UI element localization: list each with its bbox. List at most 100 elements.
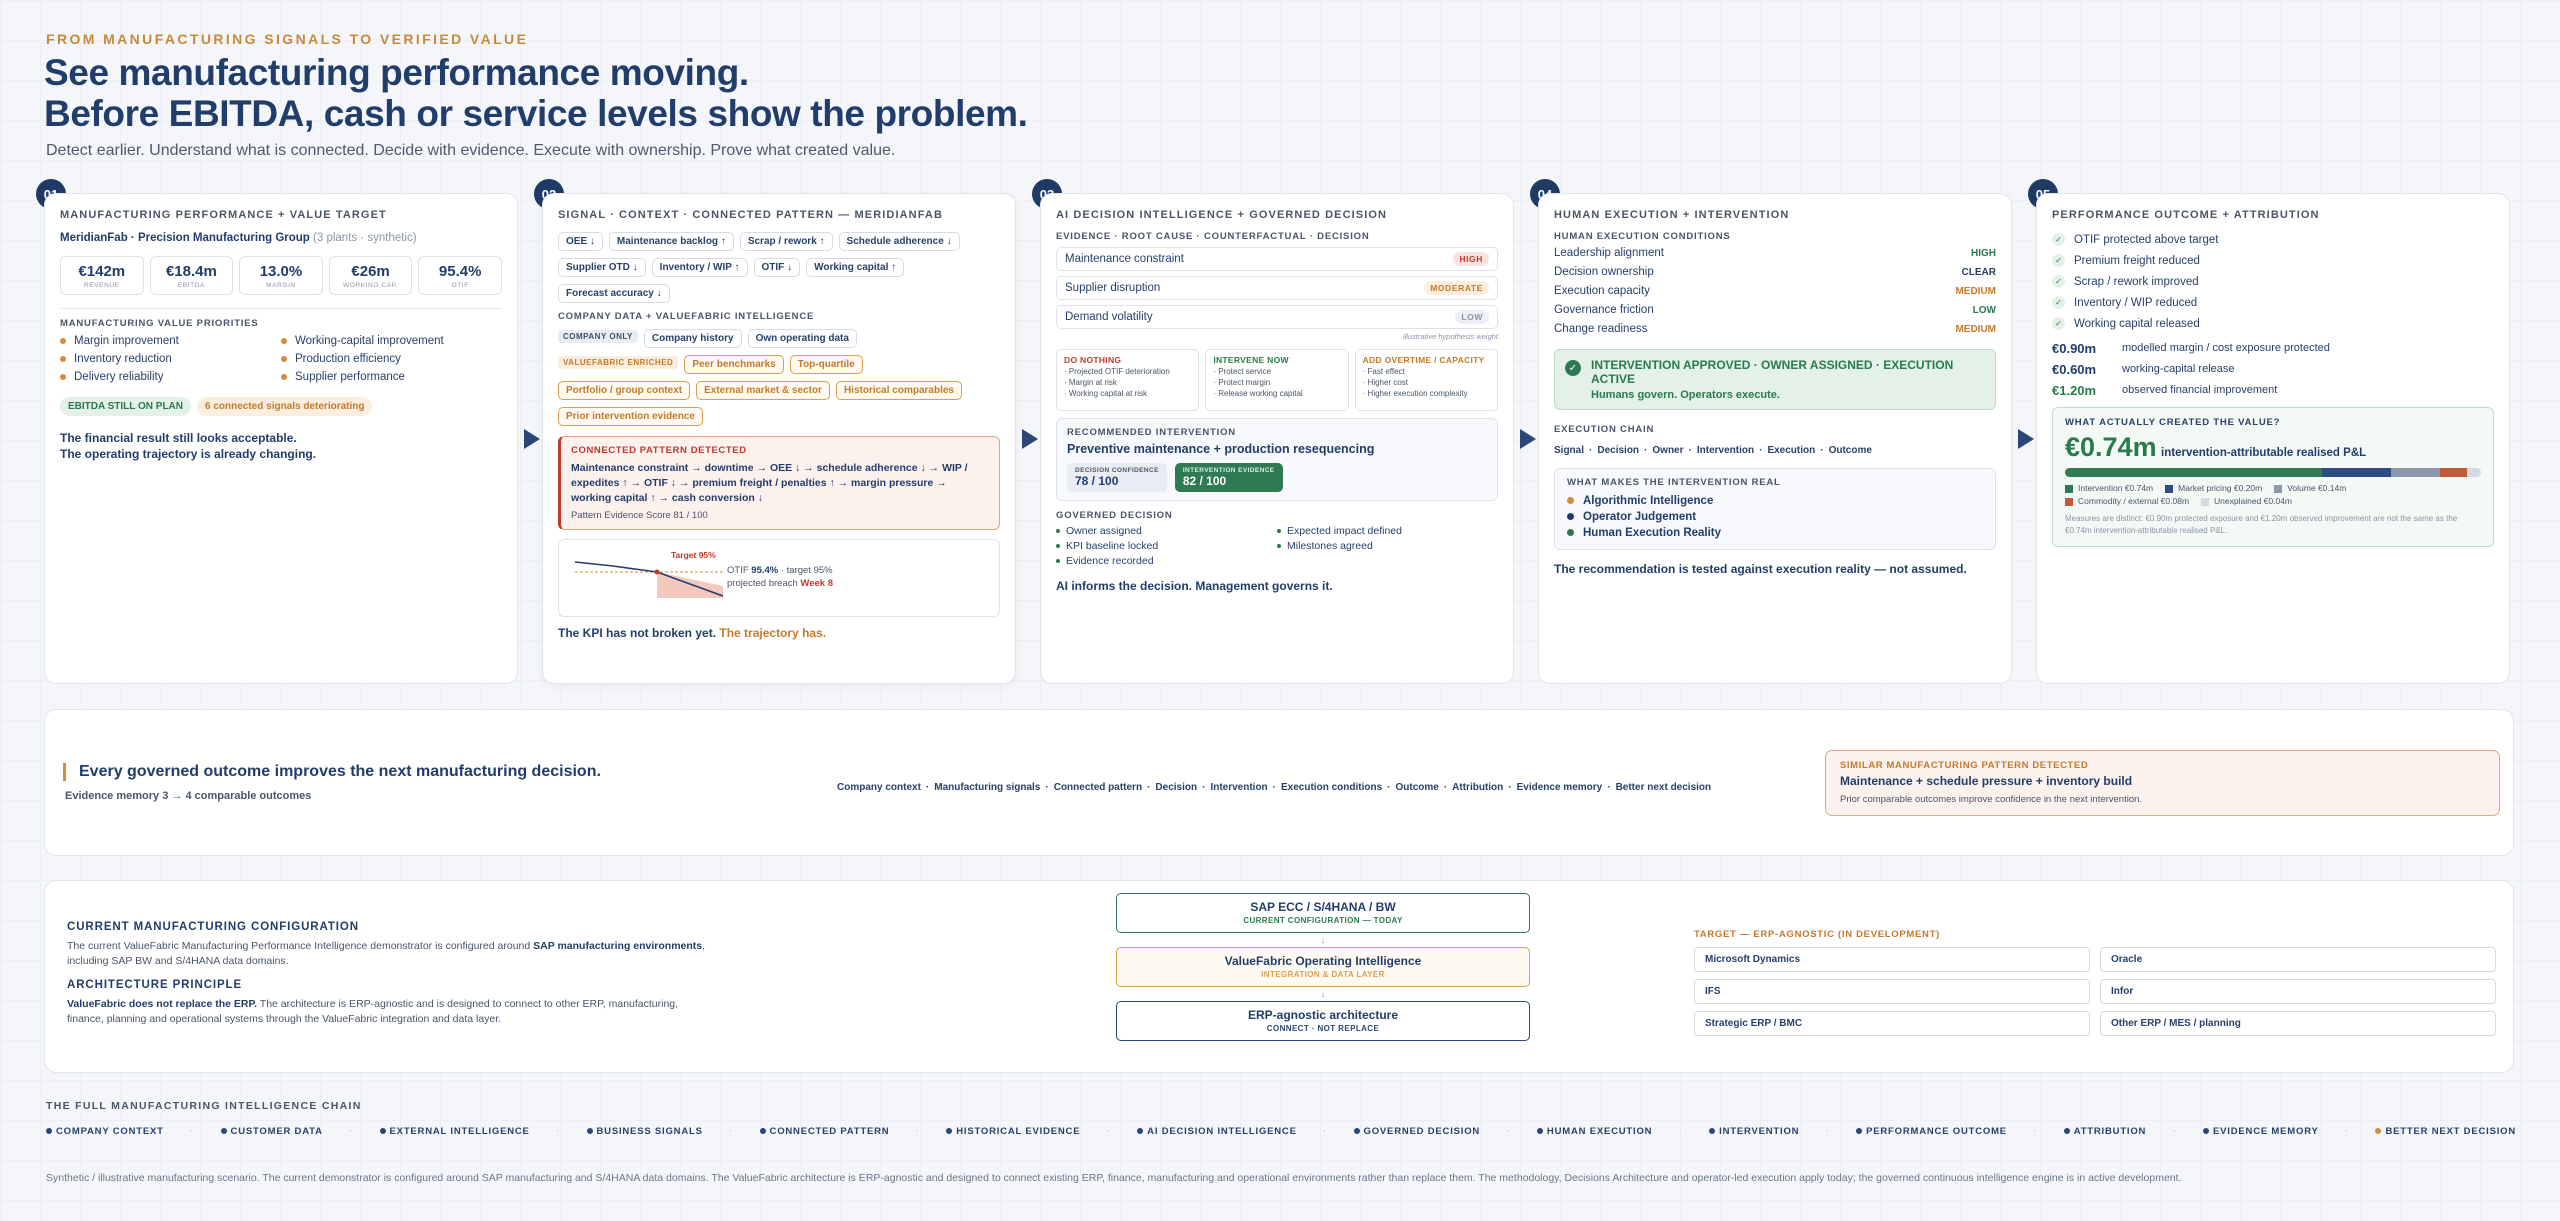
condition-value: MEDIUM [1955,324,1996,335]
footer-chain-title: THE FULL MANUFACTURING INTELLIGENCE CHAI… [46,1100,362,1112]
separator-icon: · [1443,782,1448,793]
signal-pill: Schedule adherence ↓ [838,232,960,251]
value-attribution-box: WHAT ACTUALLY CREATED THE VALUE? €0.74m … [2052,407,2494,547]
vf-enriched-tag: VALUEFABRIC ENRICHED [558,356,679,370]
chain-step: Signal [1554,445,1585,456]
chain-step: Execution conditions [1281,782,1383,793]
kpi-tile: 95.4% OTIF [418,256,502,295]
full-intelligence-chain: COMPANY CONTEXT · CUSTOMER DATA · EXTERNAL I… [46,1126,2516,1137]
legend-swatch [2065,484,2073,493]
architecture-text: ValueFabric does not replace the ERP. Th… [67,998,679,1025]
configuration-panel: CURRENT MANUFACTURING CONFIGURATION The … [44,880,2514,1073]
separator-icon: · [729,1126,734,1136]
stage-5-card: PERFORMANCE OUTCOME + ATTRIBUTION ✓ OTIF … [2036,193,2510,684]
footer-chain-step: BUSINESS SIGNALS [586,1126,703,1137]
kpi-label: REVENUE [83,282,120,289]
outcome-label: OTIF protected above target [2074,234,2219,246]
legend-swatch [2201,497,2210,506]
condition-row: Execution capacity MEDIUM [1554,282,1996,301]
valuefabric-pill: Top-quartile [789,355,863,374]
architecture-stack: SAP ECC / S/4HANA / BW CURRENT CONFIGURAT… [1116,893,1530,1041]
footer-chain-label: BETTER NEXT DECISION [2385,1126,2516,1137]
decision-option-card: DO NOTHING · Projected OTIF deterioration… [1056,349,1200,411]
option-item: · Protect margin [1213,378,1271,387]
stage-4-card: HUMAN EXECUTION + INTERVENTION HUMAN EXE… [1538,193,2012,684]
footer-chain-step: BETTER NEXT DECISION [2375,1126,2516,1137]
footer-chain-label: HUMAN EXECUTION [1546,1126,1653,1137]
down-arrow-icon: ↓ [1320,989,1326,999]
similar-pattern-box: SIMILAR MANUFACTURING PATTERN DETECTED M… [1825,750,2500,816]
bullet-icon [1137,1128,1144,1135]
legend-item: Commodity / external €0.08m [2065,496,2189,506]
chain-step: Execution [1767,445,1816,456]
priorities-title: MANUFACTURING VALUE PRIORITIES [60,308,502,329]
stage-title: MANUFACTURING PERFORMANCE + VALUE TARGET [60,209,387,221]
bullet-icon [946,1128,953,1135]
check-icon: ✓ [1565,360,1581,376]
outcome-amount-label: modelled margin / cost exposure protecte… [2122,342,2330,354]
evidence-list: Maintenance constraint HIGH Supplier disru… [1056,247,1498,329]
footer-chain-step: HISTORICAL EVIDENCE [946,1126,1080,1137]
outcome-label: Inventory / WIP reduced [2074,297,2198,309]
bullet-icon [220,1128,227,1135]
evidence-level-badge: HIGH [1453,252,1489,266]
kpi-value: €18.4m [165,263,217,280]
intervention-real-box: WHAT MAKES THE INTERVENTION REAL Algorit… [1554,468,1996,550]
option-title: INTERVENE NOW [1213,355,1289,365]
company-only-row: COMPANY ONLY Company history Own operating… [558,328,1000,354]
footer-chain-label: AI DECISION INTELLIGENCE [1147,1126,1297,1137]
footer-chain-label: COMPANY CONTEXT [56,1126,164,1137]
check-icon: ✓ [2052,254,2065,268]
signal-pill: Scrap / rework ↑ [739,232,833,251]
bullet-icon [281,373,287,380]
priority-label: Supplier performance [295,371,405,383]
bullet-icon [1567,497,1574,505]
company-data-pill: Company history [643,329,742,348]
erp-option: Oracle [2100,947,2496,972]
evidence-row: Maintenance constraint HIGH [1056,247,1498,271]
separator-icon: · [1820,445,1824,456]
legend-label: Unexplained €0.04m [2214,496,2293,506]
footer-chain-label: CONNECTED PATTERN [769,1126,890,1137]
chain-step: Intervention [1210,782,1268,793]
option-item: · Protect service [1213,367,1272,376]
bullet-icon [60,373,66,380]
governance-label: Evidence recorded [1066,555,1154,567]
separator-icon: · [1759,445,1763,456]
outcome-label: Scrap / rework improved [2074,276,2199,288]
condition-row: Change readiness MEDIUM [1554,320,1996,339]
condition-row: Decision ownership CLEAR [1554,263,1996,282]
weight-note: illustrative hypothesis weight [1402,332,1498,341]
conditions-title: HUMAN EXECUTION CONDITIONS [1554,231,1731,242]
footer-chain-label: HISTORICAL EVIDENCE [956,1126,1081,1137]
intervention-evidence: INTERVENTION EVIDENCE 82 / 100 [1174,463,1283,492]
pattern-title: CONNECTED PATTERN DETECTED [571,445,747,456]
footer-chain-step: HUMAN EXECUTION [1536,1126,1653,1137]
bullet-icon [1056,529,1060,534]
footer-chain-step: AI DECISION INTELLIGENCE [1137,1126,1297,1137]
priority-item: Production efficiency [281,353,502,365]
valuefabric-pill: Portfolio / group context [558,381,691,400]
kpi-tile: €142m REVENUE [60,256,144,295]
legend-item: Market pricing €0.20m [2165,483,2262,493]
recommendation-text: Preventive maintenance + production rese… [1067,442,1375,456]
outcome-checklist: ✓ OTIF protected above target ✓ Premium fre… [2052,230,2494,335]
chain-step: Outcome [1395,782,1439,793]
erp-option: IFS [1694,979,2090,1004]
bullet-icon [1353,1128,1360,1135]
condition-value: HIGH [1971,248,1996,259]
condition-row: Governance friction LOW [1554,301,1996,320]
priority-label: Margin improvement [74,335,179,347]
signal-pill: OEE ↓ [558,232,603,251]
real-factor-label: Human Execution Reality [1583,527,1722,539]
valuefabric-pill: Historical comparables [835,381,962,400]
stage-title: PERFORMANCE OUTCOME + ATTRIBUTION [2052,209,2320,221]
condition-value: CLEAR [1961,267,1996,278]
layer-title: ValueFabric Operating Intelligence [1224,954,1422,968]
outcome-check: ✓ OTIF protected above target [2052,230,2494,251]
kpi-value: €26m [351,263,390,280]
attribution-segment [2321,468,2392,477]
condition-label: Governance friction [1554,304,1654,316]
target-title: TARGET — ERP-AGNOSTIC (IN DEVELOPMENT) [1694,929,1940,940]
governed-decision-list: Owner assigned Expected impact defined KPI… [1056,525,1498,567]
